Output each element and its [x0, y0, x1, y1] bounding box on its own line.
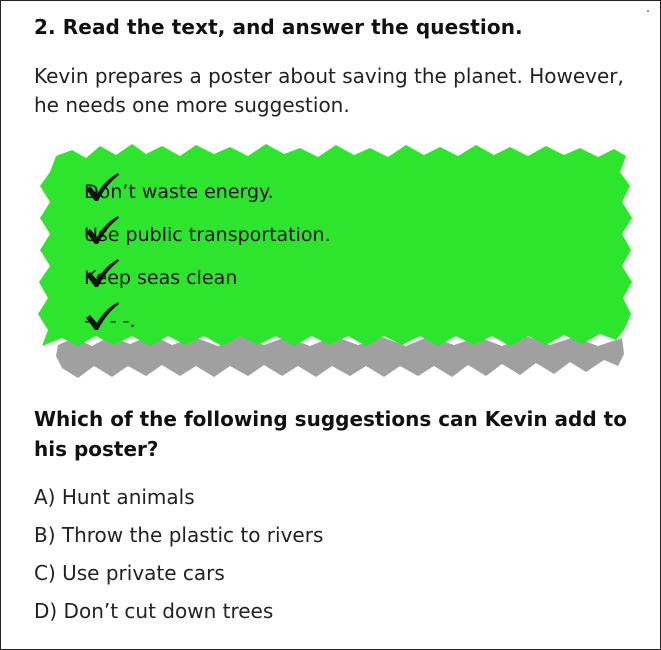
answer-options: A) Hunt animals B) Throw the plastic to …	[34, 482, 323, 634]
answer-option-a[interactable]: A) Hunt animals	[34, 482, 323, 520]
poster-item-label: Don’t waste energy.	[84, 180, 274, 203]
corner-dot	[647, 10, 649, 12]
answer-option-d[interactable]: D) Don’t cut down trees	[34, 596, 323, 634]
question-intro: Kevin prepares a poster about saving the…	[34, 64, 624, 117]
poster-suggestion-list: Don’t waste energy. Use public transport…	[84, 172, 331, 344]
poster-item: Keep seas clean	[84, 258, 331, 301]
answer-option-b[interactable]: B) Throw the plastic to rivers	[34, 520, 323, 558]
poster-item: Use public transportation.	[84, 215, 331, 258]
suggestion-poster: Don’t waste energy. Use public transport…	[34, 140, 638, 390]
poster-item: Don’t waste energy.	[84, 172, 331, 215]
poster-item: - - - -.	[84, 301, 331, 344]
answer-option-c[interactable]: C) Use private cars	[34, 558, 323, 596]
poster-item-label: - - - -.	[84, 309, 136, 332]
poster-item-label: Keep seas clean	[84, 266, 238, 289]
poster-item-label: Use public transportation.	[84, 223, 331, 246]
question-prompt: Which of the following suggestions can K…	[34, 407, 627, 461]
question-title: 2. Read the text, and answer the questio…	[34, 15, 523, 39]
